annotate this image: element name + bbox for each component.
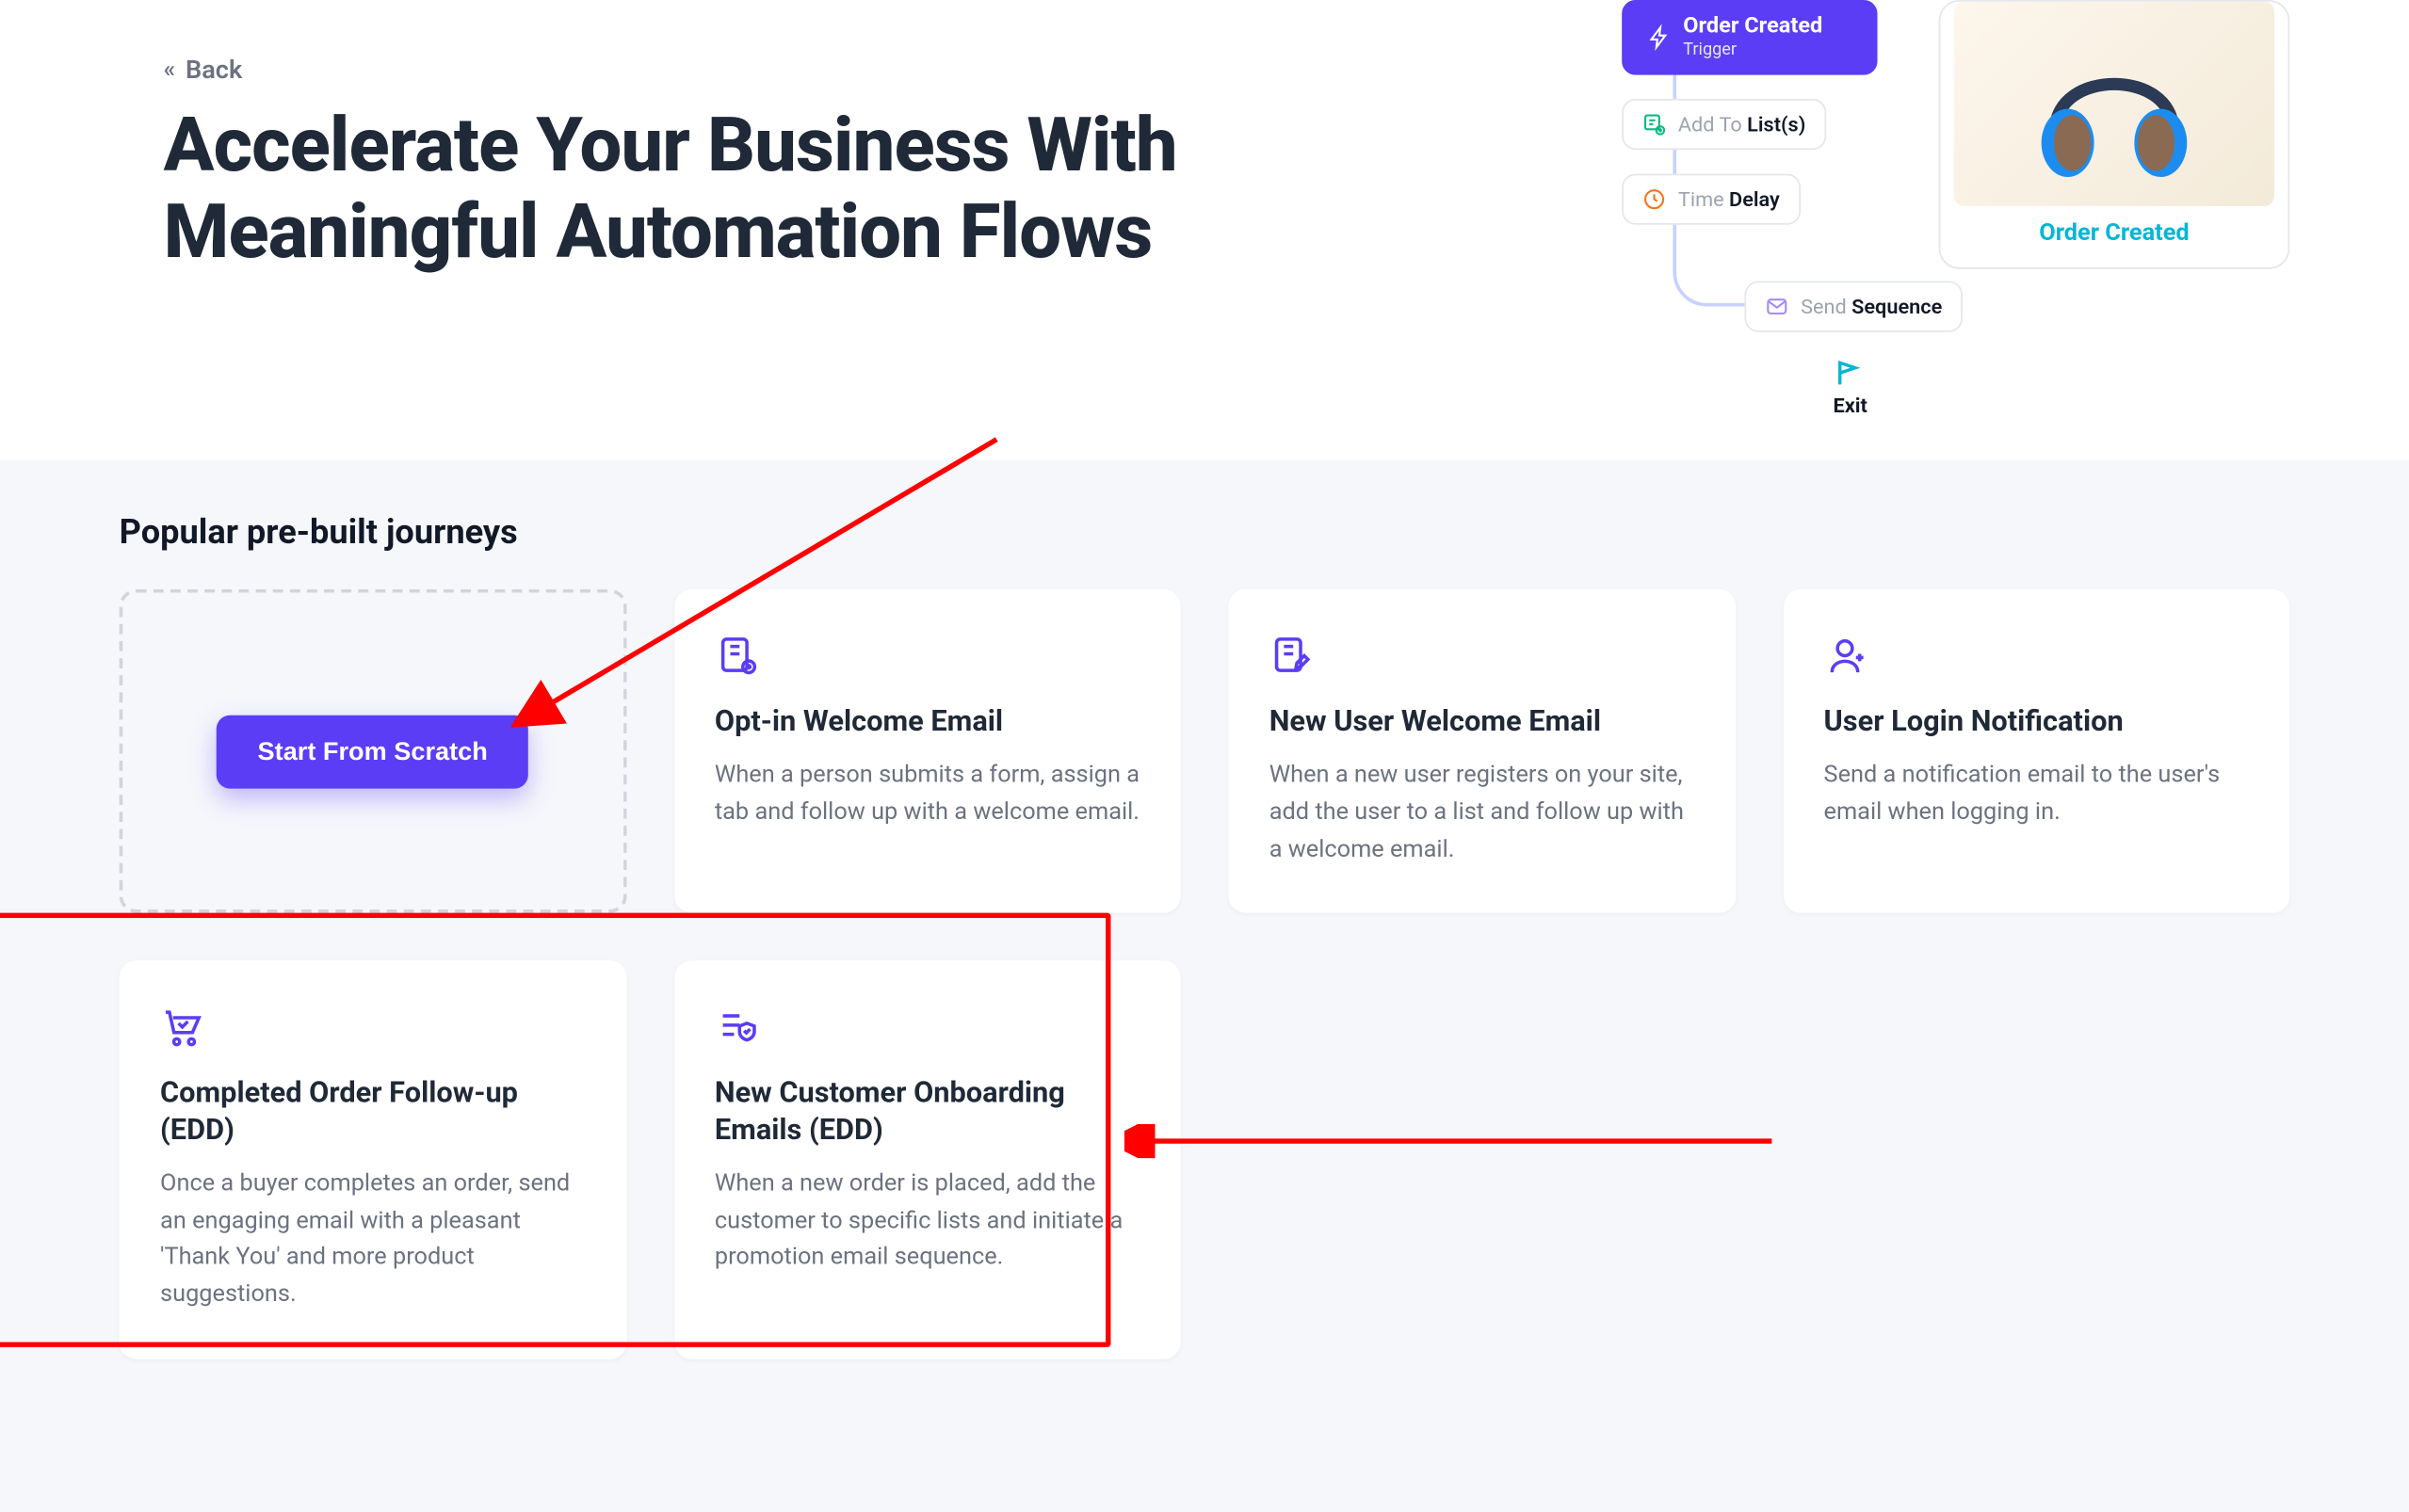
card-title: User Login Notification (1824, 705, 2249, 741)
flow-seq-prefix: Send (1801, 295, 1851, 318)
card-title: Opt-in Welcome Email (715, 705, 1140, 741)
card-desc: When a new user registers on your site, … (1269, 758, 1694, 869)
flow-addlist-bold: List(s) (1747, 113, 1805, 137)
card-desc: Send a notification email to the user's … (1824, 758, 2249, 831)
flow-delay-bold: Delay (1729, 188, 1780, 212)
lightning-icon (1647, 26, 1671, 50)
document-edit-icon (1269, 634, 1314, 678)
flow-node-sequence: Send Sequence (1744, 281, 1963, 331)
card-title: New User Welcome Email (1269, 705, 1694, 741)
flow-trigger-label: Order Created (1683, 15, 1822, 40)
clock-icon (1642, 188, 1666, 212)
flow-trigger-sub: Trigger (1683, 40, 1822, 60)
journey-card-optin[interactable]: Opt-in Welcome Email When a person submi… (673, 589, 1180, 913)
start-from-scratch-button[interactable]: Start From Scratch (217, 715, 528, 788)
list-add-icon (1642, 113, 1666, 137)
journey-card-login[interactable]: User Login Notification Send a notificat… (1783, 589, 2289, 913)
user-login-icon (1824, 634, 1868, 678)
form-user-icon (715, 634, 759, 678)
flag-icon (1835, 358, 1866, 389)
page-title: Accelerate Your Business With Meaningful… (164, 103, 1254, 275)
start-from-scratch-card[interactable]: Start From Scratch (120, 589, 626, 913)
flow-seq-bold: Sequence (1851, 295, 1942, 318)
product-label: Order Created (1940, 219, 2288, 247)
flow-exit-label: Exit (1833, 394, 1867, 417)
flow-diagram: Order Created Trigger Add To List(s) (1609, 0, 2290, 442)
headphone-icon (2020, 23, 2207, 193)
product-preview-card: Order Created (1939, 0, 2290, 269)
chevron-left-double-icon: « (164, 56, 169, 84)
flow-node-trigger: Order Created Trigger (1622, 0, 1877, 75)
flow-node-add-list: Add To List(s) (1622, 100, 1826, 151)
product-image (1954, 2, 2274, 206)
card-desc: When a new order is placed, add the cust… (715, 1166, 1140, 1278)
flow-node-delay: Time Delay (1622, 174, 1800, 225)
flow-addlist-prefix: Add To (1678, 113, 1747, 137)
card-title: Completed Order Follow-up (EDD) (160, 1077, 585, 1150)
flow-exit-node: Exit (1833, 358, 1867, 417)
card-title: New Customer Onboarding Emails (EDD) (715, 1077, 1140, 1150)
flow-delay-prefix: Time (1678, 188, 1729, 212)
list-shield-icon (715, 1005, 759, 1050)
back-button[interactable]: « Back (164, 55, 243, 86)
journey-card-onboarding[interactable]: New Customer Onboarding Emails (EDD) Whe… (673, 961, 1180, 1359)
back-label: Back (186, 55, 242, 86)
card-desc: Once a buyer completes an order, send an… (160, 1166, 585, 1314)
mail-icon (1765, 295, 1788, 318)
journey-card-completed-order[interactable]: Completed Order Follow-up (EDD) Once a b… (120, 961, 626, 1359)
card-desc: When a person submits a form, assign a t… (715, 758, 1140, 831)
cart-check-icon (160, 1005, 204, 1050)
journey-card-new-user[interactable]: New User Welcome Email When a new user r… (1228, 589, 1735, 913)
section-heading: Popular pre-built journeys (120, 511, 2290, 552)
